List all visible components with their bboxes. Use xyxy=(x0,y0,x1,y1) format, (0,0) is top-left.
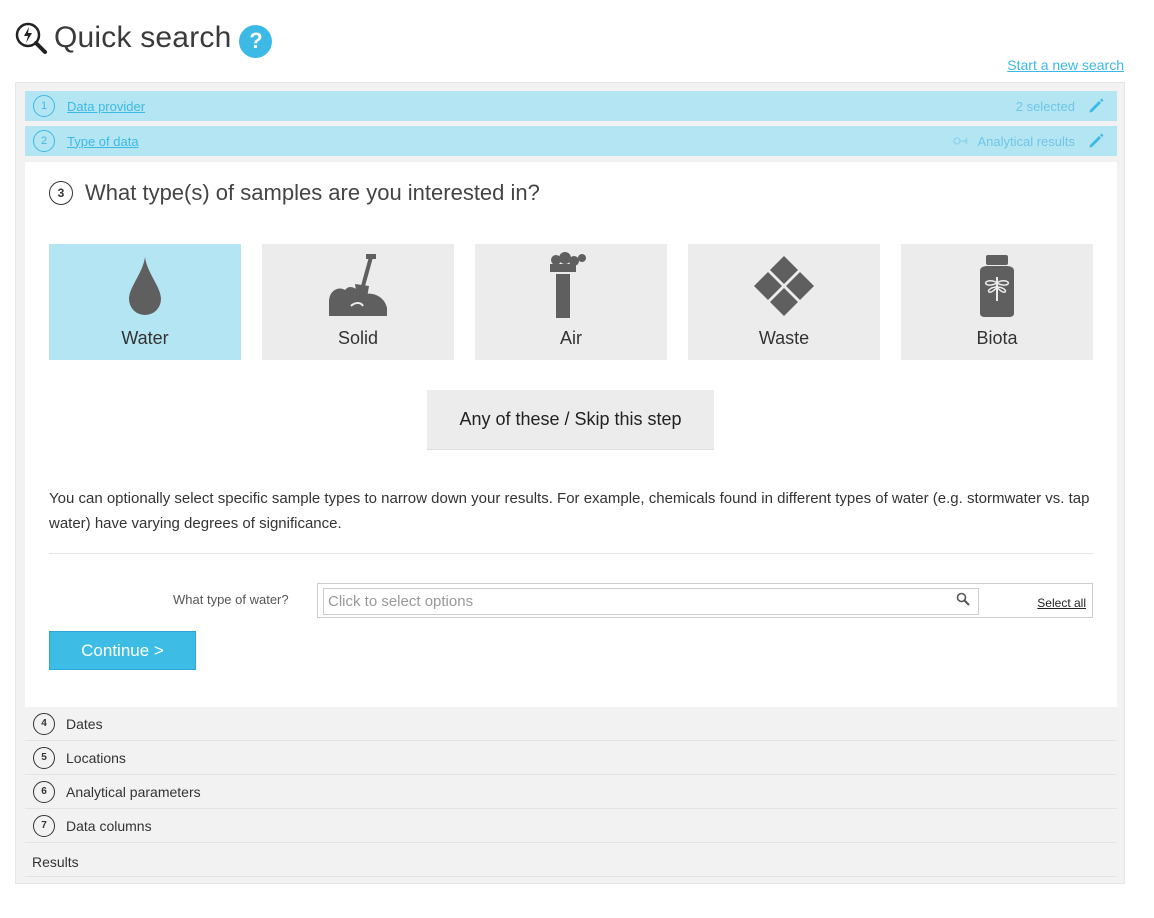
water-type-input[interactable]: Click to select options xyxy=(323,588,979,615)
sample-type-tiles: Water Solid Air Waste Biota xyxy=(49,244,1114,360)
select-all-link[interactable]: Select all xyxy=(1037,596,1086,610)
step-number: 5 xyxy=(33,746,55,769)
step-label: Locations xyxy=(66,749,126,766)
step-type-of-data-link[interactable]: Type of data xyxy=(67,134,139,149)
tile-water[interactable]: Water xyxy=(49,244,241,360)
step-number: 6 xyxy=(33,780,55,803)
step-sample-types: 3 What type(s) of samples are you intere… xyxy=(25,162,1117,707)
search-icon xyxy=(956,592,970,606)
tile-solid[interactable]: Solid xyxy=(262,244,454,360)
start-new-search-link[interactable]: Start a new search xyxy=(1007,57,1124,73)
step-number: 3 xyxy=(49,181,73,205)
step-data-columns[interactable]: 7 Data columns xyxy=(25,809,1117,843)
pencil-edit-icon[interactable] xyxy=(1087,97,1105,115)
info-text: You can optionally select specific sampl… xyxy=(49,490,1090,532)
tile-air[interactable]: Air xyxy=(475,244,667,360)
step-label: Data columns xyxy=(66,817,152,834)
step-label: Analytical parameters xyxy=(66,783,201,800)
step-data-provider[interactable]: 1 Data provider 2 selected xyxy=(25,91,1117,121)
quick-search-magnifier-icon xyxy=(15,22,47,54)
step-dates[interactable]: 4 Dates xyxy=(25,707,1117,741)
step-summary-text: Analytical results xyxy=(977,133,1075,149)
step-number: 1 xyxy=(33,95,55,117)
page-header: Quick search ? xyxy=(14,16,273,60)
step-data-provider-link[interactable]: Data provider xyxy=(67,99,145,114)
tile-waste[interactable]: Waste xyxy=(688,244,880,360)
step-question: 3 What type(s) of samples are you intere… xyxy=(49,180,540,206)
pencil-edit-icon[interactable] xyxy=(1087,132,1105,150)
step-summary: Analytical results xyxy=(953,132,1117,150)
water-type-label: What type of water? xyxy=(173,592,289,607)
divider xyxy=(49,553,1093,554)
page-title: Quick search xyxy=(54,21,232,54)
continue-button[interactable]: Continue > xyxy=(49,631,196,670)
help-icon[interactable]: ? xyxy=(239,24,273,58)
step-type-of-data[interactable]: 2 Type of data Analytical results xyxy=(25,126,1117,156)
step-number: 7 xyxy=(33,814,55,837)
water-type-multiselect: Click to select options Select all xyxy=(317,583,1093,618)
step-results-row[interactable] xyxy=(25,843,1117,877)
tile-label: Solid xyxy=(337,328,379,348)
soil-shovel-icon xyxy=(329,254,387,316)
step-analytical-parameters[interactable]: 6 Analytical parameters xyxy=(25,775,1117,809)
step-locations[interactable]: 5 Locations xyxy=(25,741,1117,775)
step-summary-text: 2 selected xyxy=(1015,98,1075,114)
search-wizard-panel: 1 Data provider 2 selected 2 Type of dat… xyxy=(15,82,1125,884)
step-number: 2 xyxy=(33,130,55,152)
tile-label: Waste xyxy=(758,328,810,348)
tile-label: Biota xyxy=(976,328,1018,348)
tile-label: Water xyxy=(121,328,169,348)
step-summary: 2 selected xyxy=(1016,97,1117,115)
step-number: 4 xyxy=(33,712,55,735)
results-label: Results xyxy=(32,854,79,870)
dragonfly-jar-icon xyxy=(980,255,1014,317)
chimney-smoke-icon xyxy=(550,252,586,318)
water-drop-icon xyxy=(129,257,161,315)
tile-biota[interactable]: Biota xyxy=(901,244,1093,360)
step-label: Dates xyxy=(66,715,103,732)
skip-step-button[interactable]: Any of these / Skip this step xyxy=(427,390,714,450)
key-icon xyxy=(953,137,969,145)
tile-label: Air xyxy=(560,328,582,348)
step-question-text: What type(s) of samples are you interest… xyxy=(85,180,540,205)
waste-diamond-icon xyxy=(754,256,814,316)
